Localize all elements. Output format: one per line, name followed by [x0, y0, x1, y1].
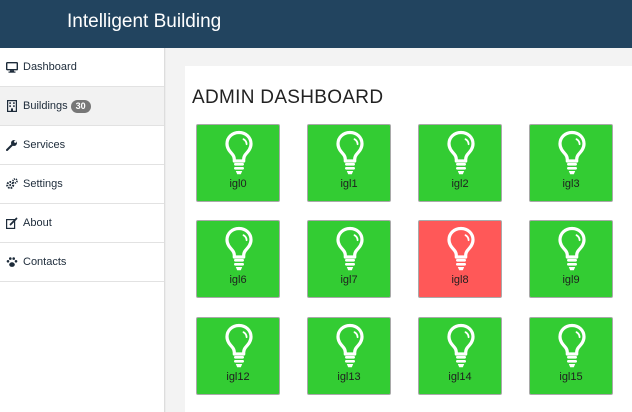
lightbulb-icon [558, 130, 586, 176]
gears-icon [5, 177, 19, 191]
sidebar-item-buildings[interactable]: Buildings 30 [0, 87, 164, 126]
main-content: ADMIN DASHBOARD igl0 igl1 igl2 igl3 igl6… [166, 48, 632, 412]
light-tile-igl9[interactable]: igl9 [529, 220, 613, 298]
light-tile-igl6[interactable]: igl6 [196, 220, 280, 298]
top-navbar: Intelligent Building [0, 0, 632, 48]
app-title[interactable]: Intelligent Building [67, 11, 221, 33]
light-tile-igl13[interactable]: igl13 [307, 317, 391, 395]
tile-label: igl15 [559, 371, 583, 383]
tile-label: igl1 [340, 178, 358, 190]
lightbulb-icon [225, 323, 253, 369]
wrench-icon [5, 138, 19, 152]
tile-label: igl14 [448, 371, 472, 383]
lightbulb-icon [447, 226, 475, 272]
sidebar: Dashboard Buildings 30 Services Settings… [0, 48, 165, 412]
tile-label: igl0 [229, 178, 247, 190]
light-tile-igl3[interactable]: igl3 [529, 124, 613, 202]
light-tile-igl12[interactable]: igl12 [196, 317, 280, 395]
light-tile-igl2[interactable]: igl2 [418, 124, 502, 202]
sidebar-item-settings[interactable]: Settings [0, 165, 164, 204]
monitor-icon [5, 60, 19, 74]
sidebar-item-label: Buildings [23, 100, 68, 112]
light-tile-igl0[interactable]: igl0 [196, 124, 280, 202]
page-title: ADMIN DASHBOARD [192, 87, 384, 108]
tile-label: igl9 [562, 274, 580, 286]
tile-label: igl7 [340, 274, 358, 286]
lightbulb-icon [558, 226, 586, 272]
paw-icon [5, 255, 19, 269]
tile-label: igl6 [229, 274, 247, 286]
sidebar-item-contacts[interactable]: Contacts [0, 243, 164, 282]
lightbulb-icon [336, 130, 364, 176]
lightbulb-icon [336, 323, 364, 369]
light-tile-igl8[interactable]: igl8 [418, 220, 502, 298]
sidebar-item-label: About [23, 217, 52, 229]
sidebar-item-label: Contacts [23, 256, 67, 268]
tile-label: igl8 [451, 274, 469, 286]
sidebar-item-services[interactable]: Services [0, 126, 164, 165]
tile-label: igl3 [562, 178, 580, 190]
light-tile-igl7[interactable]: igl7 [307, 220, 391, 298]
sidebar-item-about[interactable]: About [0, 204, 164, 243]
sidebar-item-label: Settings [23, 178, 63, 190]
lightbulb-icon [225, 130, 253, 176]
tile-label: igl2 [451, 178, 469, 190]
sidebar-item-label: Services [23, 139, 66, 151]
lightbulb-icon [447, 323, 475, 369]
lightbulb-icon [336, 226, 364, 272]
tile-label: igl13 [337, 371, 361, 383]
light-tile-igl14[interactable]: igl14 [418, 317, 502, 395]
lightbulb-icon [558, 323, 586, 369]
building-icon [5, 99, 19, 113]
tile-label: igl12 [226, 371, 250, 383]
light-tile-igl15[interactable]: igl15 [529, 317, 613, 395]
buildings-count-badge: 30 [70, 99, 91, 113]
sidebar-item-label: Dashboard [23, 61, 77, 73]
dashboard-panel: ADMIN DASHBOARD igl0 igl1 igl2 igl3 igl6… [185, 66, 632, 412]
light-tile-igl1[interactable]: igl1 [307, 124, 391, 202]
sidebar-item-dashboard[interactable]: Dashboard [0, 48, 164, 87]
lightbulb-icon [225, 226, 253, 272]
lightbulb-icon [447, 130, 475, 176]
edit-icon [5, 216, 19, 230]
